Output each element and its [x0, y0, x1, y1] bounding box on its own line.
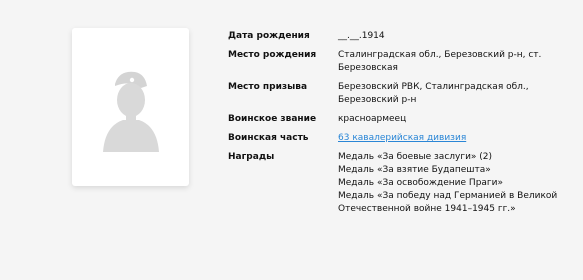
- rank-label: Воинское звание: [228, 114, 317, 124]
- birth-place-label: Место рождения: [228, 50, 317, 60]
- birth-place-value: Сталинградская обл., Березовский р-н, ст…: [338, 50, 542, 73]
- award-item: Медаль «За боевые заслуги» (2): [338, 152, 493, 162]
- birth-date-value: __.__.1914: [338, 31, 385, 41]
- award-item: Медаль «За взятие Будапешта»: [338, 165, 491, 175]
- awards-label: Награды: [228, 152, 275, 162]
- birth-place-row: Место рождения Сталинградская обл., Бере…: [228, 49, 568, 75]
- birth-date-label: Дата рождения: [228, 31, 310, 41]
- unit-label: Воинская часть: [228, 133, 309, 143]
- draft-place-row: Место призыва Березовский РВК, Сталингра…: [228, 81, 568, 107]
- draft-place-value: Березовский РВК, Сталинградская обл., Бе…: [338, 82, 529, 105]
- award-item: Медаль «За освобождение Праги»: [338, 178, 504, 188]
- draft-place-label: Место призыва: [228, 82, 308, 92]
- awards-list: Медаль «За боевые заслуги» (2) Медаль «З…: [338, 151, 568, 216]
- soldier-silhouette-icon: [102, 71, 159, 152]
- rank-value: красноармеец: [338, 114, 407, 124]
- award-item: Медаль «За победу над Германией в Велико…: [338, 191, 558, 214]
- unit-row: Воинская часть 63 кавалерийская дивизия: [228, 132, 568, 145]
- photo-placeholder: [72, 28, 189, 186]
- soldier-info: Дата рождения __.__.1914 Место рождения …: [228, 30, 568, 222]
- unit-link[interactable]: 63 кавалерийская дивизия: [338, 133, 466, 143]
- unit-value: 63 кавалерийская дивизия: [338, 132, 568, 145]
- awards-row: Награды Медаль «За боевые заслуги» (2) М…: [228, 151, 568, 216]
- rank-row: Воинское звание красноармеец: [228, 113, 568, 126]
- birth-date-row: Дата рождения __.__.1914: [228, 30, 568, 43]
